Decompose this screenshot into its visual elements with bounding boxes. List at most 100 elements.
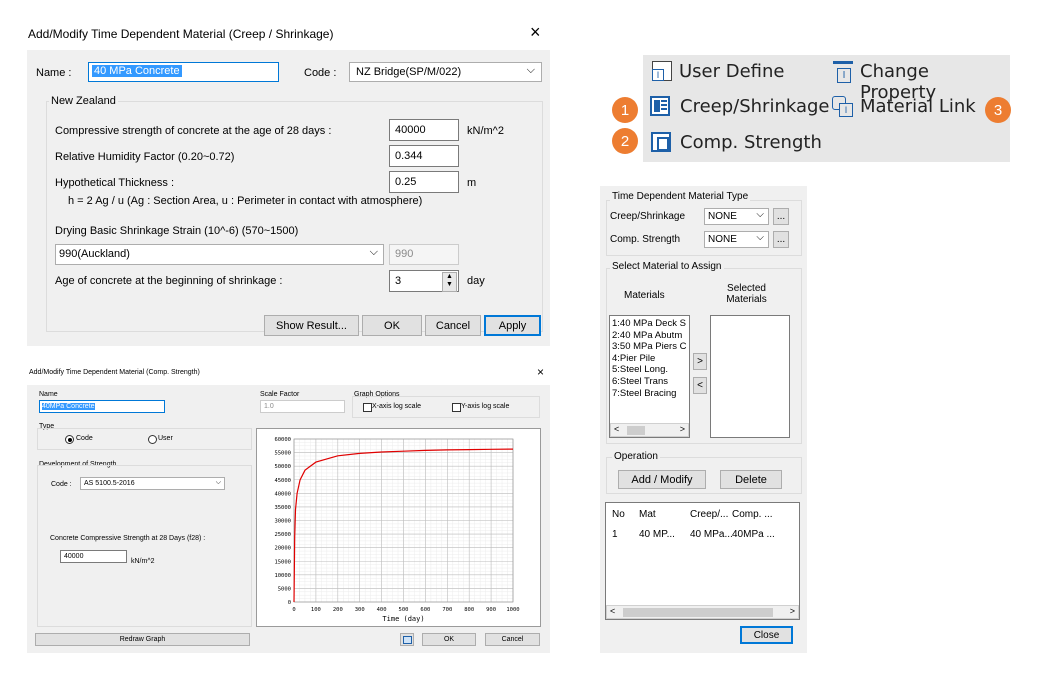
- table-header-cell[interactable]: Mat: [639, 509, 656, 520]
- f28-unit: kN/m^2: [131, 558, 155, 565]
- scroll-left-icon: <: [614, 424, 620, 434]
- ylog-checkbox[interactable]: [452, 403, 461, 412]
- table-cell: 40 MP...: [639, 529, 675, 540]
- thickness-input[interactable]: 0.25: [389, 171, 459, 193]
- y-tick-label: 45000: [274, 478, 291, 484]
- creep-dialog: Add/Modify Time Dependent Material (Cree…: [27, 20, 550, 346]
- apply-button[interactable]: Apply: [484, 315, 541, 336]
- material-link-button[interactable]: Material Link: [860, 96, 976, 117]
- scroll-left-icon: <: [610, 606, 616, 616]
- selected-header: Selected Materials: [726, 283, 767, 305]
- creep-select-value: NONE: [708, 211, 737, 222]
- redraw-graph-button[interactable]: Redraw Graph: [35, 633, 250, 646]
- callout-badge-2: 2: [612, 128, 638, 154]
- delete-button[interactable]: Delete: [720, 470, 782, 489]
- selected-list[interactable]: [710, 315, 790, 438]
- name-input[interactable]: 40 MPa Concrete: [88, 62, 279, 82]
- change-property-icon: I: [833, 61, 853, 83]
- y-tick-label: 55000: [274, 451, 291, 457]
- age-input[interactable]: 3 ▲ ▼: [389, 270, 459, 292]
- table-row[interactable]: 1 40 MP... 40 MPa... 40MPa ...: [606, 529, 799, 543]
- x-tick-label: 700: [442, 607, 452, 613]
- show-result-button[interactable]: Show Result...: [264, 315, 359, 336]
- table-header-cell[interactable]: No: [612, 509, 625, 520]
- creep-shrinkage-button[interactable]: Creep/Shrinkage: [680, 96, 830, 117]
- code-radio[interactable]: [65, 435, 74, 444]
- scroll-thumb[interactable]: [623, 608, 773, 617]
- close-icon[interactable]: ×: [537, 365, 544, 379]
- materials-hscroll[interactable]: < >: [610, 423, 689, 437]
- chart-frame: 0 100 200 300 400 500 600 700 800 900 1000 0 5000 100…: [256, 428, 541, 627]
- comp-select-value: NONE: [708, 234, 737, 245]
- scale-factor-input: 1.0: [260, 400, 345, 413]
- y-tick-label: 50000: [274, 464, 291, 470]
- creep-dialog-body: Name : 40 MPa Concrete Code : NZ Bridge(…: [27, 50, 550, 346]
- material-link-icon: I: [832, 96, 853, 117]
- y-tick-label: 0: [288, 600, 291, 606]
- age-label: Age of concrete at the beginning of shri…: [55, 275, 283, 287]
- material-list-item[interactable]: 4:Pier Pile: [612, 353, 686, 365]
- comp-select[interactable]: NONE ⌵: [704, 231, 769, 248]
- material-list-item[interactable]: 5:Steel Long.: [612, 364, 686, 376]
- add-modify-button[interactable]: Add / Modify: [618, 470, 706, 489]
- move-left-button[interactable]: <: [693, 377, 707, 394]
- assigned-table[interactable]: No Mat Creep/... Comp. ... 1 40 MP... 40 MPa..…: [605, 502, 800, 620]
- drying-select[interactable]: 990(Auckland) ⌵: [55, 244, 384, 265]
- x-tick-label: 800: [464, 607, 474, 613]
- table-header-cell[interactable]: Creep/...: [690, 509, 728, 520]
- fc28-input[interactable]: 40000: [389, 119, 459, 141]
- strength-dialog-title: Add/Modify Time Dependent Material (Comp…: [29, 369, 200, 376]
- material-list-item[interactable]: 1:40 MPa Deck S: [612, 318, 686, 330]
- materials-header: Materials: [624, 290, 665, 301]
- ok-button[interactable]: OK: [422, 633, 476, 646]
- user-radio[interactable]: [148, 435, 157, 444]
- materials-list[interactable]: 1:40 MPa Deck S 2:40 MPa Abutm 3:50 MPa Pi…: [609, 315, 690, 438]
- comp-strength-button[interactable]: Comp. Strength: [680, 132, 822, 153]
- rh-input[interactable]: 0.344: [389, 145, 459, 167]
- xlog-label: X-axis log scale: [372, 403, 422, 410]
- strength-dialog-body: Name 40MPa Concrete Scale Factor 1.0 Gra…: [27, 385, 550, 653]
- material-list-item[interactable]: 3:50 MPa Piers C: [612, 341, 686, 353]
- material-list-item[interactable]: 7:Steel Bracing: [612, 388, 686, 400]
- code-select[interactable]: NZ Bridge(SP/M/022) ⌵: [349, 62, 542, 82]
- creep-more-button[interactable]: ...: [773, 208, 789, 225]
- thickness-note: h = 2 Ag / u (Ag : Section Area, u : Per…: [68, 195, 423, 207]
- fc28-label: Compressive strength of concrete at the …: [55, 125, 332, 137]
- user-radio-label: User: [158, 435, 173, 442]
- close-icon[interactable]: ×: [530, 22, 541, 43]
- material-list-item[interactable]: 2:40 MPa Abutm: [612, 330, 686, 342]
- chevron-down-icon: ⌵: [369, 246, 378, 258]
- fc28-unit: kN/m^2: [467, 125, 504, 137]
- ok-button[interactable]: OK: [362, 315, 422, 336]
- callout-badge-3: 3: [985, 97, 1011, 123]
- code-radio-label: Code: [76, 435, 93, 442]
- f28-input[interactable]: 40000: [60, 550, 127, 563]
- scroll-thumb[interactable]: [627, 426, 645, 435]
- table-header-cell[interactable]: Comp. ...: [732, 509, 773, 520]
- comp-more-button[interactable]: ...: [773, 231, 789, 248]
- creep-select[interactable]: NONE ⌵: [704, 208, 769, 225]
- table-hscroll[interactable]: < >: [606, 605, 799, 619]
- move-right-button[interactable]: >: [693, 353, 707, 370]
- scroll-right-icon: >: [789, 606, 795, 616]
- material-panel: Time Dependent Material Type Creep/Shrin…: [600, 186, 807, 653]
- creep-dialog-title: Add/Modify Time Dependent Material (Cree…: [28, 27, 334, 41]
- drying-select-value: 990(Auckland): [59, 248, 130, 260]
- thickness-unit: m: [467, 177, 477, 189]
- xlog-checkbox[interactable]: [363, 403, 372, 412]
- comp-label: Comp. Strength: [610, 234, 681, 245]
- age-unit: day: [467, 275, 485, 287]
- user-define-button[interactable]: User Define: [679, 61, 785, 82]
- scale-factor-label: Scale Factor: [260, 391, 300, 398]
- cancel-button[interactable]: Cancel: [485, 633, 540, 646]
- name-input[interactable]: 40MPa Concrete: [39, 400, 165, 413]
- code-select[interactable]: AS 5100.5-2016 ⌵: [80, 477, 225, 490]
- spinner-icon[interactable]: ▲ ▼: [442, 272, 457, 292]
- close-button[interactable]: Close: [740, 626, 793, 644]
- cancel-button[interactable]: Cancel: [425, 315, 481, 336]
- y-tick-label: 15000: [274, 559, 291, 565]
- y-tick-label: 35000: [274, 505, 291, 511]
- material-list-item[interactable]: 6:Steel Trans: [612, 376, 686, 388]
- scroll-right-icon: >: [679, 424, 685, 434]
- print-icon[interactable]: [400, 633, 414, 646]
